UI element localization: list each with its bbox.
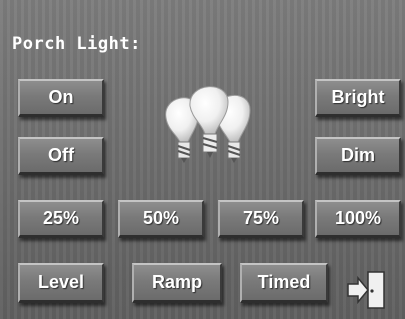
- level-25-button[interactable]: 25%: [18, 200, 104, 238]
- ramp-mode-button[interactable]: Ramp: [132, 263, 222, 303]
- timed-mode-button[interactable]: Timed: [240, 263, 328, 303]
- control-panel: Porch Light: On Off Bright Dim 25% 50% 7…: [0, 0, 405, 319]
- bright-button[interactable]: Bright: [315, 79, 401, 117]
- exit-door-icon[interactable]: [344, 270, 388, 312]
- off-button[interactable]: Off: [18, 137, 104, 175]
- device-title: Porch Light:: [12, 34, 141, 54]
- light-bulbs-icon: [165, 86, 251, 163]
- level-75-button[interactable]: 75%: [218, 200, 304, 238]
- level-50-button[interactable]: 50%: [118, 200, 204, 238]
- dim-button[interactable]: Dim: [315, 137, 401, 175]
- on-button[interactable]: On: [18, 79, 104, 117]
- level-mode-button[interactable]: Level: [18, 263, 104, 303]
- level-100-button[interactable]: 100%: [315, 200, 401, 238]
